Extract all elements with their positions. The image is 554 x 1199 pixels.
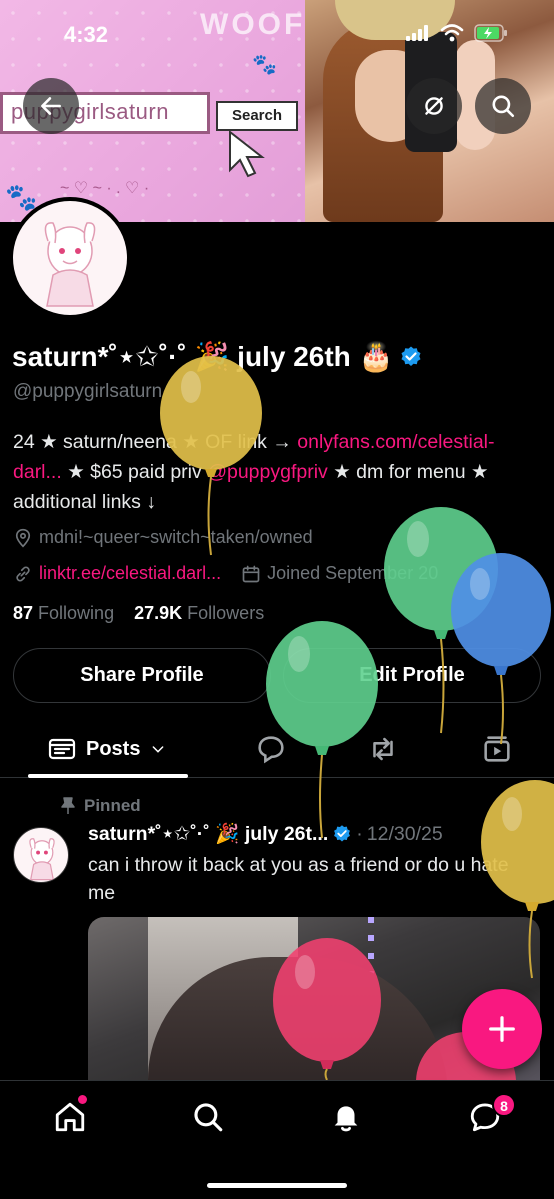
nav-search[interactable] bbox=[178, 1095, 238, 1139]
notification-dot bbox=[78, 1095, 87, 1104]
nav-home[interactable] bbox=[40, 1095, 100, 1139]
home-icon bbox=[55, 1102, 85, 1132]
chevron-down-icon bbox=[153, 746, 164, 753]
paw-icon: 🐾 bbox=[252, 54, 277, 76]
posts-tab-icon bbox=[48, 738, 76, 760]
share-profile-button[interactable]: Share Profile bbox=[13, 648, 271, 703]
arrow-left-icon bbox=[41, 97, 61, 115]
plus-icon bbox=[489, 1016, 515, 1042]
wifi-icon bbox=[440, 24, 464, 42]
tab-active-indicator bbox=[28, 774, 188, 778]
bell-icon bbox=[334, 1106, 358, 1132]
followers-count: 27.9K bbox=[134, 603, 183, 623]
banner-woof-text: WOOF! bbox=[200, 8, 319, 41]
avatar-illustration bbox=[44, 222, 96, 307]
pin-icon bbox=[61, 797, 75, 814]
banner-doodle: ~ ♡ ~ · . ♡ · bbox=[60, 180, 150, 197]
post-avatar-illustration bbox=[29, 838, 55, 881]
post-text: can i throw it back at you as a friend o… bbox=[88, 854, 509, 904]
messages-badge: 8 bbox=[492, 1093, 516, 1117]
pinned-label: Pinned bbox=[84, 796, 141, 815]
balloon-blue bbox=[451, 553, 551, 745]
hide-banner-button[interactable] bbox=[406, 78, 462, 134]
search-icon bbox=[194, 1103, 223, 1132]
balloon-green bbox=[266, 621, 378, 839]
location-pin-icon bbox=[15, 528, 31, 548]
website-link[interactable]: linktr.ee/celestial.darl... bbox=[39, 563, 221, 584]
follow-stats: 87 Following 27.9K Followers bbox=[13, 603, 264, 624]
nav-notifications[interactable] bbox=[316, 1095, 376, 1139]
cellular-signal-icon bbox=[406, 25, 428, 41]
balloon-yellow bbox=[481, 780, 554, 979]
following-link[interactable]: 87 Following bbox=[13, 603, 114, 623]
tab-posts[interactable]: Posts bbox=[28, 720, 188, 778]
calendar-icon bbox=[242, 565, 260, 582]
search-button[interactable] bbox=[475, 78, 531, 134]
pinned-indicator: Pinned bbox=[60, 796, 141, 816]
profile-handle: @puppygirlsaturn bbox=[13, 381, 163, 402]
battery-charging-icon bbox=[474, 24, 507, 42]
status-time: 4:32 bbox=[64, 22, 109, 47]
search-icon bbox=[492, 95, 515, 118]
balloon-yellow bbox=[160, 356, 262, 556]
link-icon bbox=[16, 565, 30, 582]
cursor-icon bbox=[229, 130, 265, 178]
following-count: 87 bbox=[13, 603, 34, 623]
profile-bio: 24 ★ saturn/neena ★ OF link → onlyfans.c… bbox=[13, 427, 543, 517]
status-icons bbox=[406, 24, 508, 42]
compose-post-button[interactable] bbox=[462, 989, 542, 1069]
verified-badge-icon[interactable] bbox=[399, 345, 423, 369]
following-label: Following bbox=[38, 603, 115, 623]
post-avatar[interactable] bbox=[13, 827, 69, 883]
back-button[interactable] bbox=[23, 78, 79, 134]
balloon-pink bbox=[273, 938, 381, 1080]
banner-search-button-art: Search bbox=[216, 101, 298, 131]
eye-off-icon bbox=[425, 97, 443, 115]
followers-link[interactable]: 27.9K Followers bbox=[134, 603, 264, 623]
profile-meta-row: linktr.ee/celestial.darl... Joined Septe… bbox=[13, 563, 438, 584]
bottom-navigation: 8 bbox=[0, 1080, 554, 1199]
profile-avatar[interactable] bbox=[9, 197, 131, 319]
home-indicator bbox=[207, 1183, 347, 1188]
tab-posts-label: Posts bbox=[86, 737, 141, 760]
followers-label: Followers bbox=[187, 603, 265, 623]
